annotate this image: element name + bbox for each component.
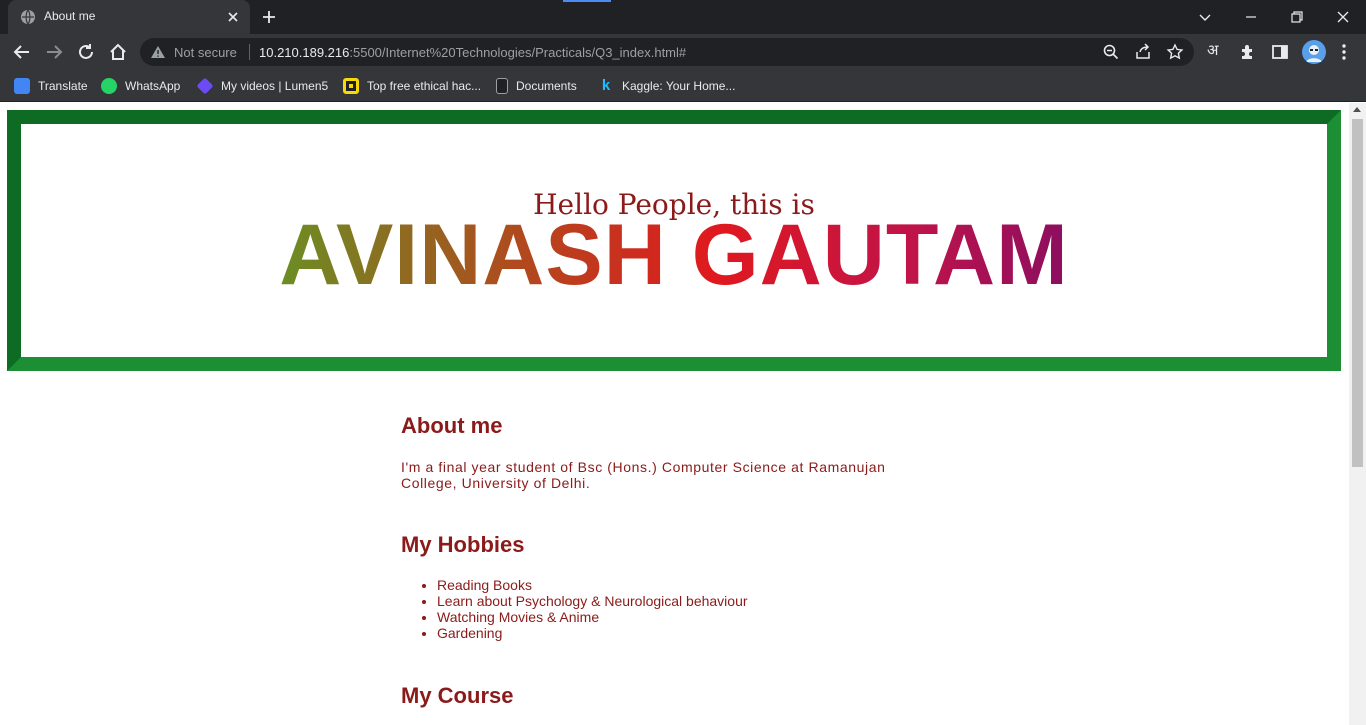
profile-avatar[interactable] [1302,40,1326,64]
url-host: 10.210.189.216 [259,45,350,60]
bookmark-lumen5[interactable]: My videos | Lumen5 [196,76,329,96]
bookmark-label: My videos | Lumen5 [221,79,329,93]
window-close-icon[interactable] [1332,6,1354,28]
new-tab-plus-icon[interactable] [260,8,278,26]
list-item: Learn about Psychology & Neurological be… [437,593,748,609]
zoom-icon[interactable] [1102,43,1120,61]
name-heading: AVINASH GAUTAM [21,212,1327,298]
list-item: Gardening [437,625,748,641]
side-panel-icon[interactable] [1270,42,1290,62]
url-path: :5500/Internet%20Technologies/Practicals… [349,45,687,60]
course-heading: My Course [401,683,514,708]
header-banner: Hello People, this is AVINASH GAUTAM [7,110,1341,371]
home-icon[interactable] [107,41,129,63]
chrome-menu-icon[interactable] [1334,42,1354,62]
bookmark-star-icon[interactable] [1166,43,1184,61]
restore-icon[interactable] [1286,6,1308,28]
bookmarks-bar: Translate WhatsApp My videos | Lumen5 To… [0,70,1366,102]
bookmark-label: Kaggle: Your Home... [622,79,736,93]
tab-title: About me [44,9,96,23]
hacking-site-icon [343,78,359,94]
globe-icon [21,9,35,25]
bookmark-label: Documents [516,79,577,93]
address-bar[interactable]: Not secure 10.210.189.216:5500/Internet%… [140,38,1194,66]
translate-extension-icon[interactable]: अ [1207,40,1218,60]
documents-icon [496,78,508,94]
kaggle-icon: k [601,77,611,94]
share-icon[interactable] [1134,43,1152,61]
minimize-icon[interactable] [1240,6,1262,28]
url-text[interactable]: 10.210.189.216:5500/Internet%20Technolog… [259,45,686,60]
bookmark-label: Top free ethical hac... [367,79,482,93]
tab-search-indicator [563,0,611,2]
google-translate-icon [14,78,30,94]
about-heading: About me [401,413,503,438]
about-text: I'm a final year student of Bsc (Hons.) … [401,459,886,491]
list-item: Watching Movies & Anime [437,609,748,625]
whatsapp-icon [101,78,117,94]
vertical-scrollbar[interactable] [1349,103,1366,725]
lumen5-icon [196,77,214,95]
bookmark-whatsapp[interactable]: WhatsApp [101,76,180,96]
warning-triangle-icon[interactable] [150,45,166,59]
bookmark-kaggle[interactable]: k Kaggle: Your Home... [598,76,736,96]
list-item: Reading Books [437,577,748,593]
name-text: AVINASH GAUTAM [279,207,1069,303]
bookmark-translate[interactable]: Translate [14,76,88,96]
scrollbar-thumb[interactable] [1352,119,1363,467]
hobbies-list: Reading Books Learn about Psychology & N… [437,577,748,641]
security-label[interactable]: Not secure [174,45,237,60]
bookmark-label: Translate [38,79,88,93]
extensions-puzzle-icon[interactable] [1238,42,1258,62]
tab-about-me[interactable]: About me [8,0,250,34]
avatar-face-icon [1302,40,1326,64]
back-arrow-icon[interactable] [11,41,33,63]
close-icon[interactable] [224,8,242,26]
tab-strip: About me [0,0,1366,34]
tab-search-chevron-icon[interactable] [1194,6,1216,28]
bookmark-ethical-hacking[interactable]: Top free ethical hac... [343,76,481,96]
browser-toolbar: Not secure 10.210.189.216:5500/Internet%… [0,34,1366,70]
bookmark-label: WhatsApp [125,79,181,93]
forward-arrow-icon[interactable] [43,41,65,63]
page-viewport: Hello People, this is AVINASH GAUTAM Abo… [0,103,1366,725]
hobbies-heading: My Hobbies [401,532,525,557]
bookmark-documents[interactable]: Documents [496,76,577,96]
scroll-up-arrow-icon[interactable] [1353,107,1361,112]
address-separator [249,44,250,60]
reload-icon[interactable] [75,41,97,63]
